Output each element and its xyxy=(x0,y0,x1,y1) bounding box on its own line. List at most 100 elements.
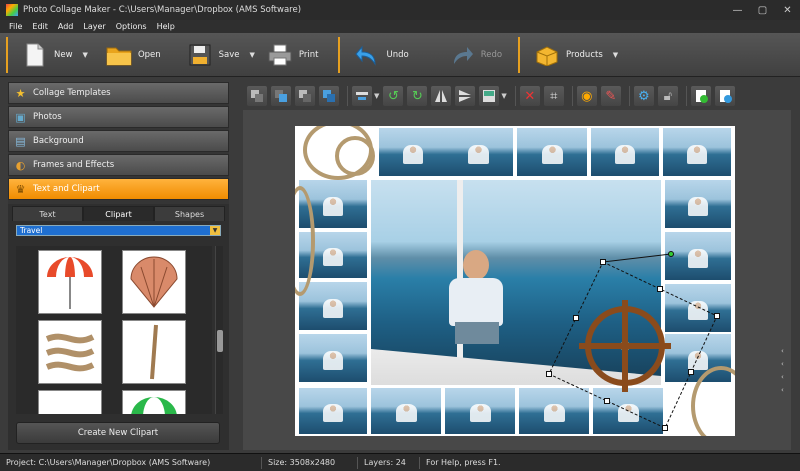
resize-handle[interactable] xyxy=(600,259,606,265)
status-size: Size: 3508x2480 xyxy=(262,456,358,469)
open-label: Open xyxy=(137,49,161,60)
section-frames-effects[interactable]: ◐ Frames and Effects xyxy=(8,154,229,176)
chevron-down-icon[interactable]: ▼ xyxy=(210,226,220,235)
save-button[interactable]: Save ▼ xyxy=(181,37,261,73)
clipart-stick[interactable] xyxy=(122,320,186,384)
flip-vertical-icon[interactable] xyxy=(455,86,476,106)
chevron-left-icon[interactable]: ‹ xyxy=(781,371,789,384)
toolbar-separator xyxy=(685,86,687,106)
flip-horizontal-icon[interactable] xyxy=(431,86,452,106)
clipart-panel: Text Clipart Shapes Travel ▼ Create New … xyxy=(8,204,229,450)
resize-handle[interactable] xyxy=(573,315,579,321)
section-collage-templates[interactable]: ★ Collage Templates xyxy=(8,82,229,104)
left-sidebar: ★ Collage Templates ▣ Photos ▤ Backgroun… xyxy=(8,82,229,450)
menu-add[interactable]: Add xyxy=(58,22,74,31)
menu-help[interactable]: Help xyxy=(157,22,175,31)
chevron-down-icon[interactable]: ▼ xyxy=(83,51,88,59)
delete-icon[interactable]: ✕ xyxy=(519,86,540,106)
print-button[interactable]: Print xyxy=(261,37,325,73)
printer-icon xyxy=(267,42,293,68)
section-label: Photos xyxy=(33,112,62,122)
star-icon: ★ xyxy=(15,86,26,100)
brush-icon[interactable]: ✎ xyxy=(600,86,621,106)
collage-canvas-area[interactable]: ‹ ‹ ‹ ‹ xyxy=(243,110,791,450)
resize-handle[interactable] xyxy=(604,398,610,404)
toolbar-separator xyxy=(571,86,573,106)
menu-options[interactable]: Options xyxy=(116,22,147,31)
undo-label: Undo xyxy=(386,49,409,60)
section-background[interactable]: ▤ Background xyxy=(8,130,229,152)
clipart-umbrella[interactable] xyxy=(38,250,102,314)
collage-page[interactable] xyxy=(295,126,735,436)
clipart-seashell[interactable] xyxy=(122,250,186,314)
category-select[interactable]: Travel ▼ xyxy=(16,225,221,236)
chevron-down-icon[interactable]: ▼ xyxy=(250,51,255,59)
clipart-scrollbar[interactable] xyxy=(215,246,223,414)
panel-tabs: Text Clipart Shapes xyxy=(12,206,225,221)
section-label: Frames and Effects xyxy=(33,160,115,170)
resize-handle[interactable] xyxy=(662,425,668,431)
create-new-clipart-button[interactable]: Create New Clipart xyxy=(16,422,220,444)
products-button[interactable]: Products ▼ xyxy=(528,37,624,73)
add-page-icon[interactable] xyxy=(690,86,711,106)
maximize-button[interactable]: ▢ xyxy=(750,0,775,20)
fill-icon[interactable]: ◉ xyxy=(576,86,597,106)
section-label: Collage Templates xyxy=(33,88,111,98)
background-icon: ▤ xyxy=(15,134,26,148)
resize-handle[interactable] xyxy=(688,369,694,375)
menu-edit[interactable]: Edit xyxy=(32,22,48,31)
resize-handle[interactable] xyxy=(714,313,720,319)
clipart-rope[interactable] xyxy=(38,320,102,384)
category-value: Travel xyxy=(20,226,43,235)
align-icon[interactable] xyxy=(352,86,372,106)
redo-arrow-icon xyxy=(449,42,475,68)
tab-shapes[interactable]: Shapes xyxy=(154,206,225,221)
crop-icon[interactable]: ⌗ xyxy=(543,86,564,106)
status-project: Project: C:\Users\Manager\Dropbox (AMS S… xyxy=(0,456,262,469)
send-backward-icon[interactable] xyxy=(247,86,267,106)
menu-file[interactable]: File xyxy=(9,22,22,31)
collapse-arrows[interactable]: ‹ ‹ ‹ ‹ xyxy=(781,345,789,397)
resize-handle[interactable] xyxy=(657,286,663,292)
save-label: Save xyxy=(218,49,240,60)
layout-icon[interactable] xyxy=(479,86,500,106)
rotate-handle[interactable] xyxy=(668,251,674,257)
resize-handle[interactable] xyxy=(546,371,552,377)
redo-button[interactable]: Redo xyxy=(443,37,508,73)
chevron-down-icon[interactable]: ▼ xyxy=(374,92,379,100)
window-title: Photo Collage Maker - C:\Users\Manager\D… xyxy=(23,5,302,15)
section-text-clipart[interactable]: ♛ Text and Clipart xyxy=(8,178,229,200)
chevron-left-icon[interactable]: ‹ xyxy=(781,384,789,397)
rotate-right-icon[interactable]: ↻ xyxy=(407,86,428,106)
lock-icon[interactable]: 🔓︎ xyxy=(657,86,678,106)
rotate-left-icon[interactable]: ↺ xyxy=(383,86,404,106)
tab-clipart[interactable]: Clipart xyxy=(83,206,154,221)
undo-button[interactable]: Undo xyxy=(348,37,414,73)
bring-forward-icon[interactable] xyxy=(271,86,291,106)
gear-icon[interactable]: ⚙ xyxy=(633,86,654,106)
chevron-down-icon[interactable]: ▼ xyxy=(501,92,506,100)
open-button[interactable]: Open xyxy=(100,37,167,73)
menu-layer[interactable]: Layer xyxy=(83,22,105,31)
send-to-back-icon[interactable] xyxy=(295,86,315,106)
chevron-down-icon[interactable]: ▼ xyxy=(613,51,618,59)
new-button[interactable]: New ▼ xyxy=(16,37,94,73)
tab-text[interactable]: Text xyxy=(12,206,83,221)
scroll-thumb[interactable] xyxy=(217,330,223,352)
minimize-button[interactable]: — xyxy=(725,0,750,20)
chevron-left-icon[interactable]: ‹ xyxy=(781,345,789,358)
undo-arrow-icon xyxy=(354,42,380,68)
section-photos[interactable]: ▣ Photos xyxy=(8,106,229,128)
chevron-left-icon[interactable]: ‹ xyxy=(781,358,789,371)
toolbar-separator xyxy=(6,36,8,73)
close-button[interactable]: ✕ xyxy=(775,0,800,20)
section-label: Background xyxy=(33,136,84,146)
clipart-green-umbrella[interactable] xyxy=(122,390,186,414)
trophy-icon: ♛ xyxy=(15,182,26,196)
bring-to-front-icon[interactable] xyxy=(319,86,339,106)
selection-frame[interactable] xyxy=(295,126,735,436)
page-settings-icon[interactable] xyxy=(714,86,735,106)
toolbar-separator xyxy=(628,86,630,106)
clipart-starfish[interactable] xyxy=(38,390,102,414)
section-label: Text and Clipart xyxy=(33,184,100,194)
